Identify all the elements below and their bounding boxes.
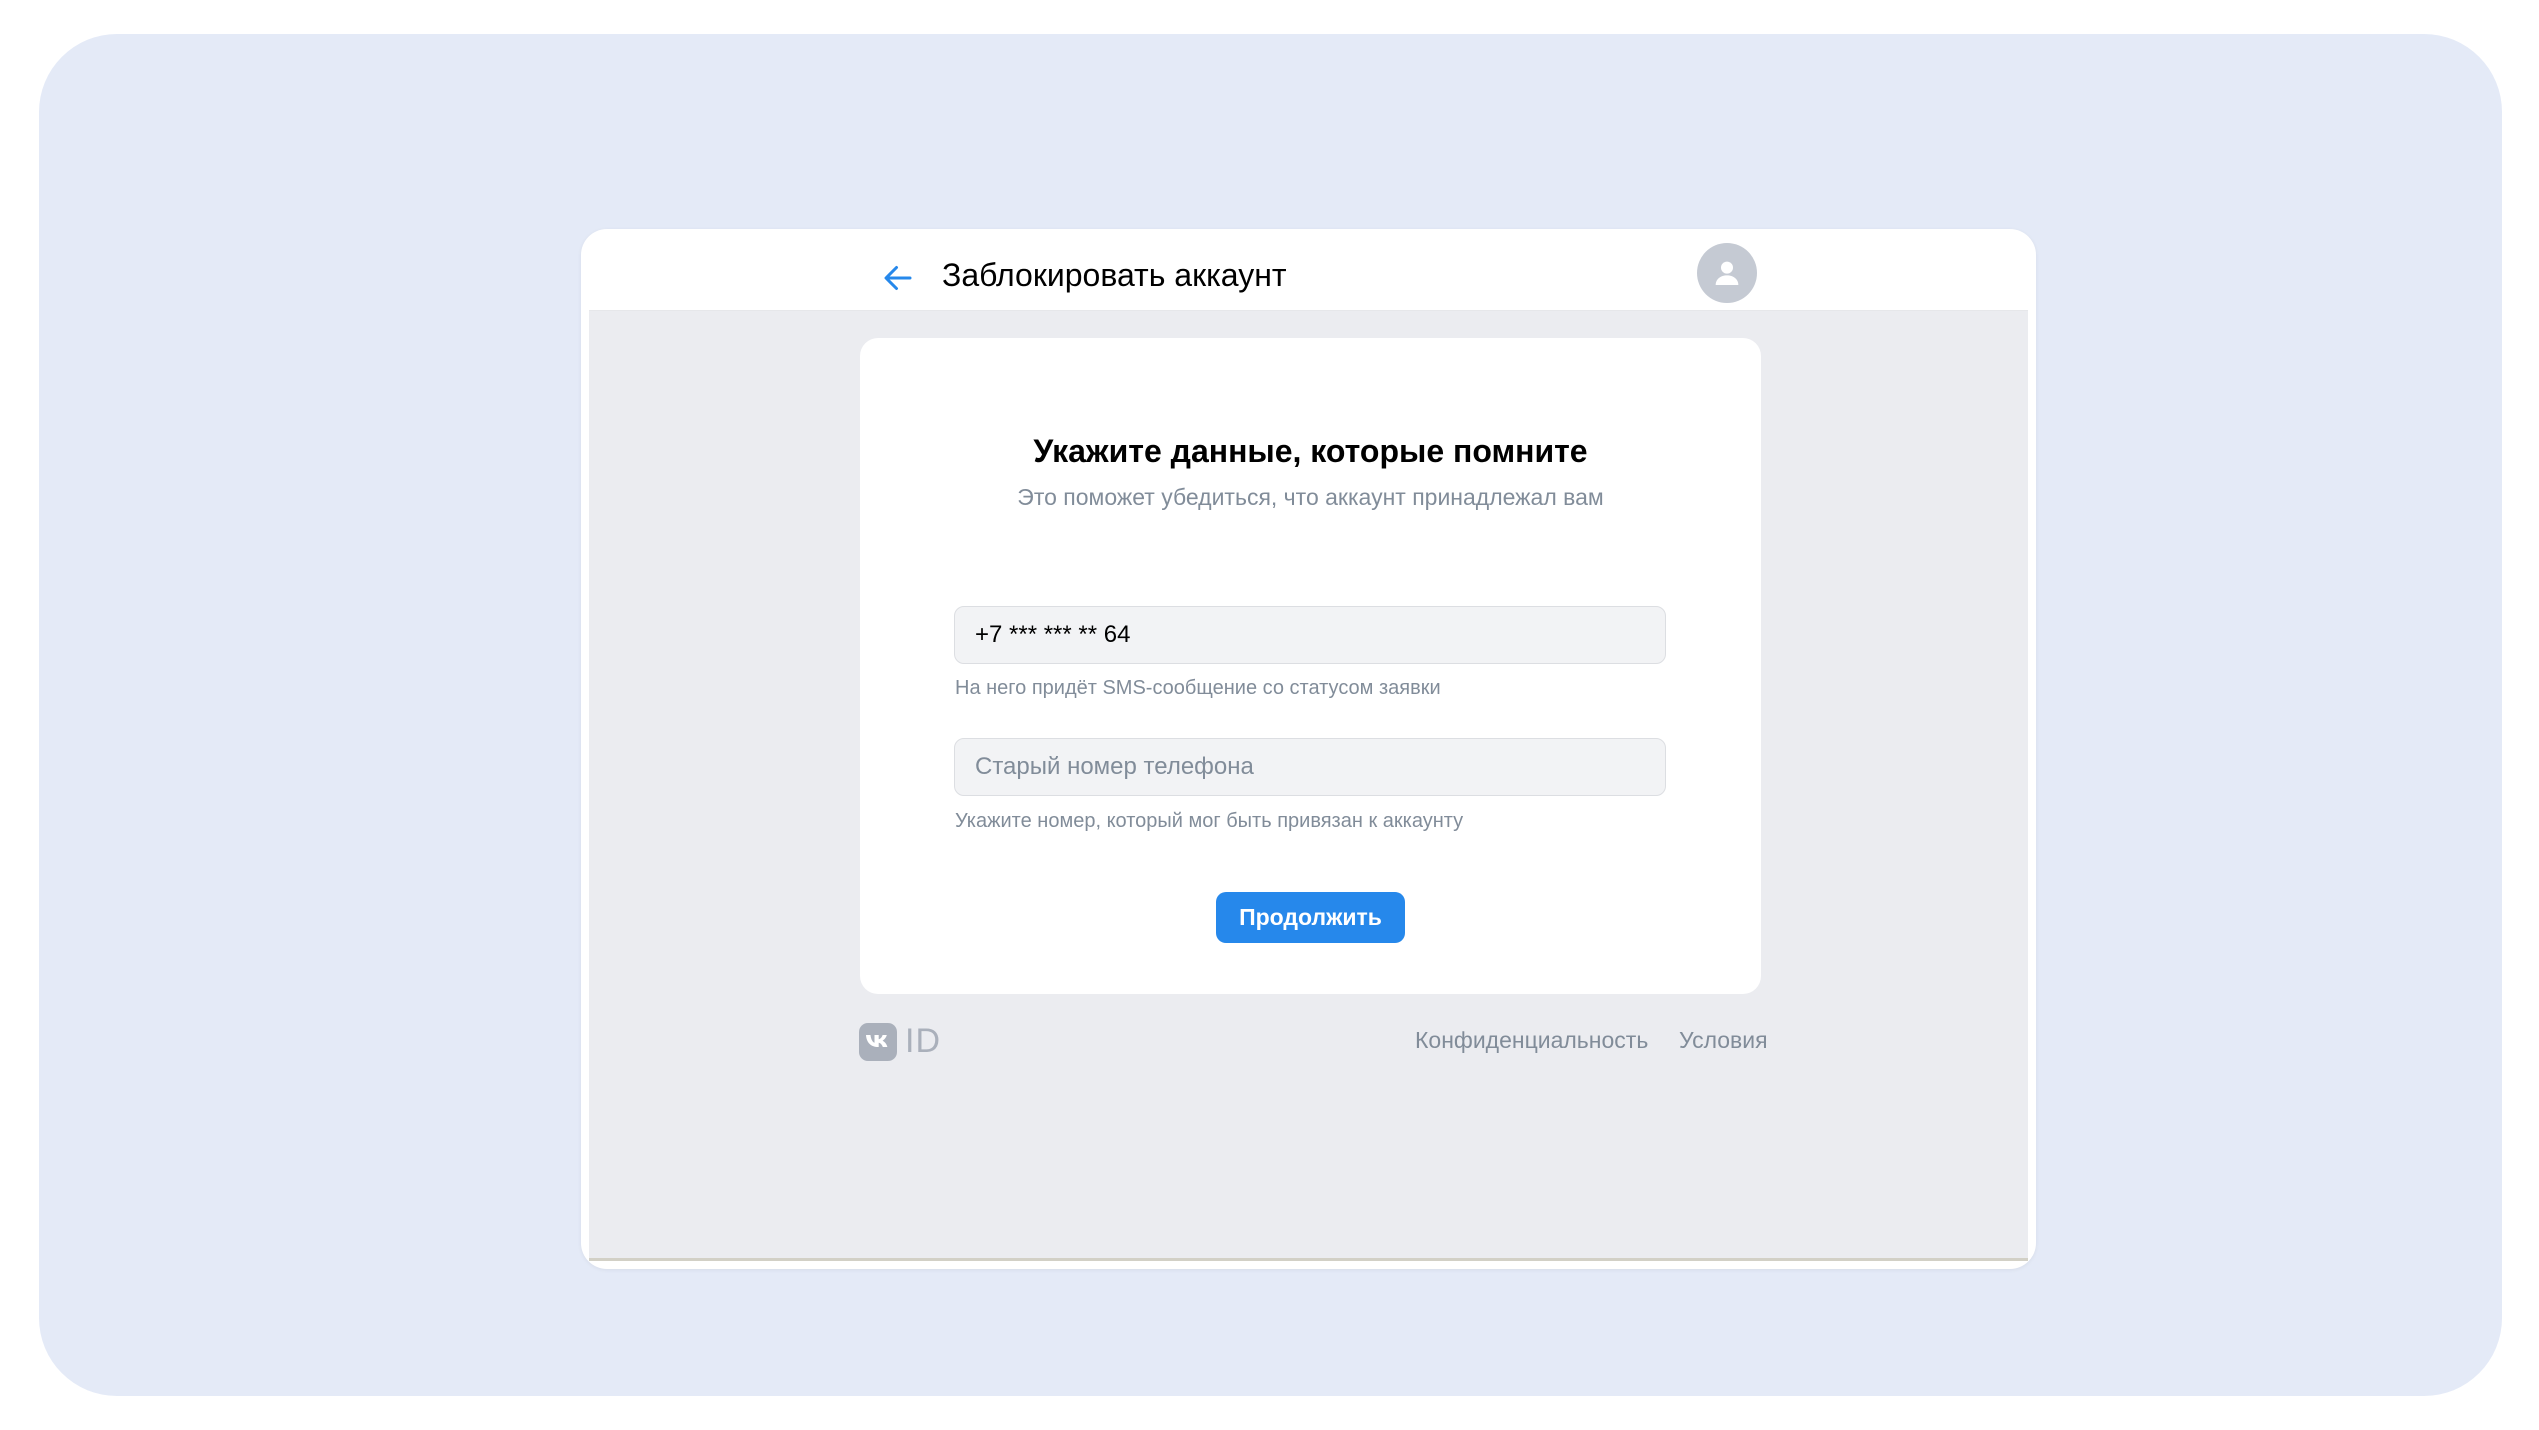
terms-link[interactable]: Условия <box>1679 1027 1768 1054</box>
user-avatar-icon <box>1715 261 1739 285</box>
arrow-left-icon <box>884 266 912 290</box>
phone-field[interactable] <box>954 606 1666 664</box>
vk-id-text: ID <box>905 1022 941 1060</box>
form-card: Укажите данные, которые помните Это помо… <box>860 338 1761 994</box>
continue-button[interactable]: Продолжить <box>1216 892 1405 943</box>
top-header: Заблокировать аккаунт <box>589 237 2028 311</box>
back-button[interactable] <box>874 254 922 302</box>
card-subtitle: Это поможет убедиться, что аккаунт прина… <box>1017 484 1604 510</box>
vk-id-logo: ID <box>859 1022 941 1061</box>
device-frame: Заблокировать аккаунт Укажите данные, ко… <box>581 229 2036 1269</box>
page-title: Заблокировать аккаунт <box>942 257 1287 293</box>
browser-viewport: Заблокировать аккаунт Укажите данные, ко… <box>589 237 2028 1261</box>
old-phone-field[interactable] <box>954 738 1666 796</box>
privacy-link[interactable]: Конфиденциальность <box>1415 1027 1648 1054</box>
outer-background: Заблокировать аккаунт Укажите данные, ко… <box>39 34 2502 1396</box>
card-title: Укажите данные, которые помните <box>1033 433 1588 469</box>
avatar[interactable] <box>1697 243 1757 303</box>
old-phone-field-hint: Укажите номер, который мог быть привязан… <box>955 810 1464 832</box>
vk-logo-icon <box>859 1022 897 1061</box>
phone-field-hint: На него придёт SMS-сообщение со статусом… <box>955 677 1441 699</box>
